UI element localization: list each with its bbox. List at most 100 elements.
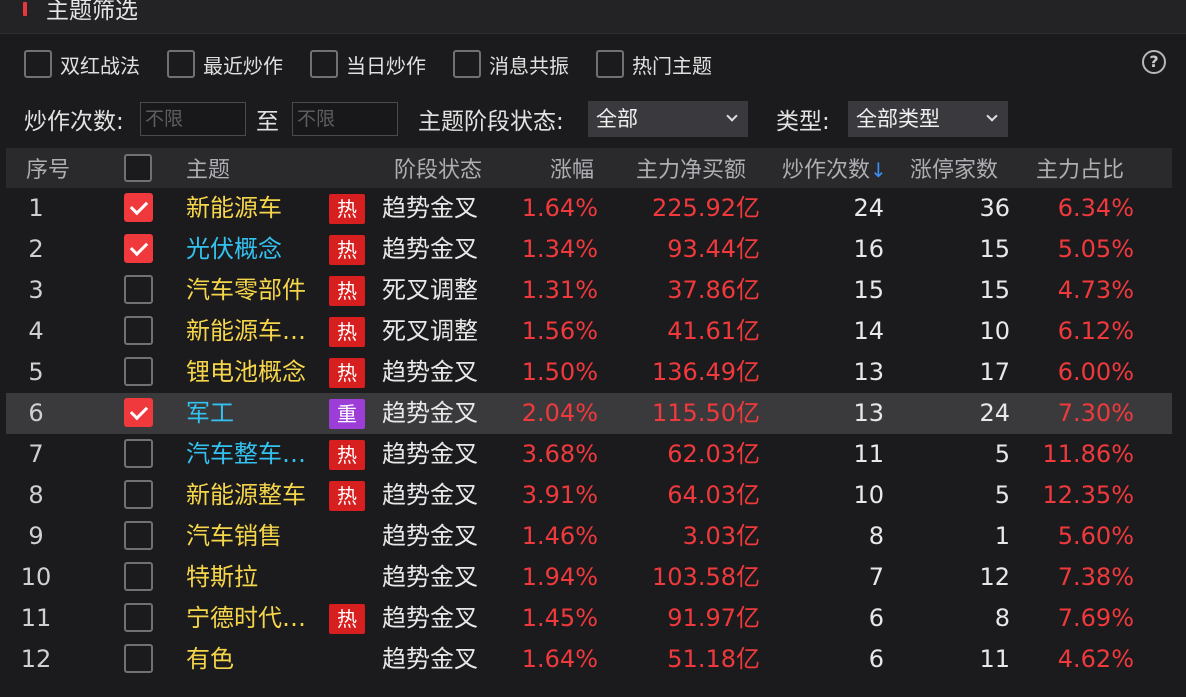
- type-select[interactable]: 全部类型: [848, 101, 1008, 137]
- table-row[interactable]: 2 光伏概念热趋势金叉 1.34% 93.44亿 16 15 5.05%: [6, 229, 1172, 270]
- filter-news-resonance[interactable]: 消息共振: [453, 48, 569, 80]
- table-row[interactable]: 11 宁德时代… 热趋势金叉 1.45% 91.97亿 6 8 7.69%: [6, 598, 1172, 639]
- table-row[interactable]: 4 新能源车… 热死叉调整 1.56% 41.61亿 14 10 6.12%: [6, 311, 1172, 352]
- table-row[interactable]: 10 特斯拉 趋势金叉 1.94% 103.58亿 7 12 7.38%: [6, 557, 1172, 598]
- hype-count: 6: [868, 645, 884, 673]
- main-force-ratio: 6.12%: [1057, 317, 1134, 345]
- net-buy-amount: 64.03亿: [667, 481, 760, 509]
- row-checkbox[interactable]: [124, 603, 153, 632]
- row-checkbox-cell[interactable]: [124, 439, 153, 478]
- hot-tag-badge: 热: [329, 317, 365, 347]
- hype-count-min-input[interactable]: [140, 102, 246, 136]
- filter-checkbox[interactable]: [310, 50, 338, 78]
- theme-name[interactable]: 汽车销售: [186, 518, 328, 554]
- filter-shuanghong[interactable]: 双红战法: [24, 48, 140, 80]
- filter-hot-theme[interactable]: 热门主题: [596, 48, 712, 80]
- row-index: 7: [28, 440, 44, 468]
- table-row[interactable]: 3 汽车零部件热死叉调整 1.31% 37.86亿 15 15 4.73%: [6, 270, 1172, 311]
- row-checkbox-cell[interactable]: [124, 316, 153, 355]
- row-checkbox-cell[interactable]: [124, 562, 153, 601]
- theme-name[interactable]: 汽车整车…: [186, 436, 328, 472]
- row-checkbox-cell[interactable]: [124, 275, 153, 314]
- theme-name[interactable]: 有色: [186, 641, 328, 677]
- header-limit-up[interactable]: 涨停家数: [910, 152, 998, 184]
- sort-desc-icon: ↓: [870, 158, 887, 182]
- row-checkbox[interactable]: [124, 234, 153, 263]
- row-checkbox-cell[interactable]: [124, 603, 153, 642]
- row-index: 4: [28, 317, 44, 345]
- row-index: 11: [20, 604, 52, 632]
- filter-recent-hype[interactable]: 最近炒作: [167, 48, 283, 80]
- theme-name[interactable]: 锂电池概念: [186, 354, 328, 390]
- chevron-down-icon: [726, 110, 738, 122]
- filter-today-hype[interactable]: 当日炒作: [310, 48, 426, 80]
- row-checkbox[interactable]: [124, 480, 153, 509]
- filter-checkbox[interactable]: [453, 50, 481, 78]
- header-change[interactable]: 涨幅: [550, 152, 594, 184]
- row-checkbox[interactable]: [124, 521, 153, 550]
- header-select-all[interactable]: [124, 154, 152, 188]
- row-index: 8: [28, 481, 44, 509]
- net-buy-amount: 115.50亿: [652, 399, 760, 427]
- theme-name[interactable]: 新能源整车: [186, 477, 328, 513]
- main-force-ratio: 6.34%: [1057, 194, 1134, 222]
- header-stage[interactable]: 阶段状态: [394, 152, 482, 184]
- filter-checkbox[interactable]: [24, 50, 52, 78]
- row-checkbox[interactable]: [124, 357, 153, 386]
- hype-count: 8: [868, 522, 884, 550]
- theme-name[interactable]: 光伏概念: [186, 231, 328, 267]
- stage-status-select[interactable]: 全部: [588, 101, 748, 137]
- theme-name[interactable]: 宁德时代…: [186, 600, 328, 636]
- limit-up-count: 11: [979, 645, 1010, 673]
- table-row[interactable]: 9 汽车销售 趋势金叉 1.46% 3.03亿 8 1 5.60%: [6, 516, 1172, 557]
- filter-checkbox[interactable]: [596, 50, 624, 78]
- row-checkbox[interactable]: [124, 644, 153, 673]
- table-row[interactable]: 1 新能源车热趋势金叉 1.64% 225.92亿 24 36 6.34%: [6, 188, 1172, 229]
- main-force-ratio: 4.62%: [1057, 645, 1134, 673]
- row-checkbox-cell[interactable]: [124, 398, 153, 437]
- change-percent: 1.34%: [521, 235, 598, 263]
- limit-up-count: 17: [979, 358, 1010, 386]
- row-checkbox-cell[interactable]: [124, 234, 153, 273]
- header-net-buy[interactable]: 主力净买额: [636, 152, 746, 184]
- row-checkbox-cell[interactable]: [124, 480, 153, 519]
- table-row[interactable]: 7 汽车整车… 热趋势金叉 3.68% 62.03亿 11 5 11.86%: [6, 434, 1172, 475]
- theme-name[interactable]: 军工: [186, 395, 328, 431]
- filter-checkbox[interactable]: [167, 50, 195, 78]
- hype-count: 16: [853, 235, 884, 263]
- theme-name[interactable]: 新能源车: [186, 190, 328, 226]
- table-row[interactable]: 8 新能源整车热趋势金叉 3.91% 64.03亿 10 5 12.35%: [6, 475, 1172, 516]
- row-index: 9: [28, 522, 44, 550]
- theme-name[interactable]: 汽车零部件: [186, 272, 328, 308]
- row-checkbox-cell[interactable]: [124, 521, 153, 560]
- row-checkbox-cell[interactable]: [124, 357, 153, 396]
- limit-up-count: 10: [979, 317, 1010, 345]
- header-ratio[interactable]: 主力占比: [1036, 152, 1124, 184]
- table-row[interactable]: 12 有色 趋势金叉 1.64% 51.18亿 6 11 4.62%: [6, 639, 1172, 680]
- limit-up-count: 15: [979, 276, 1010, 304]
- stage-status: 趋势金叉: [382, 481, 478, 509]
- select-all-checkbox[interactable]: [124, 154, 152, 182]
- theme-name[interactable]: 新能源车…: [186, 313, 328, 349]
- theme-name[interactable]: 特斯拉: [186, 559, 328, 595]
- change-percent: 1.46%: [521, 522, 598, 550]
- row-checkbox[interactable]: [124, 398, 153, 427]
- row-checkbox[interactable]: [124, 275, 153, 304]
- table-row[interactable]: 6 军工重趋势金叉 2.04% 115.50亿 13 24 7.30%: [6, 393, 1172, 434]
- hype-count-max-input[interactable]: [292, 102, 398, 136]
- header-theme[interactable]: 主题: [186, 152, 230, 184]
- row-checkbox-cell[interactable]: [124, 193, 153, 232]
- table-row[interactable]: 5 锂电池概念热趋势金叉 1.50% 136.49亿 13 17 6.00%: [6, 352, 1172, 393]
- row-checkbox[interactable]: [124, 193, 153, 222]
- net-buy-amount: 51.18亿: [667, 645, 760, 673]
- hot-tag-badge: 热: [329, 481, 365, 511]
- header-hype-count[interactable]: 炒作次数↓: [782, 152, 887, 184]
- header-index[interactable]: 序号: [26, 152, 70, 184]
- help-icon[interactable]: ?: [1142, 50, 1166, 74]
- row-checkbox-cell[interactable]: [124, 644, 153, 683]
- row-checkbox[interactable]: [124, 439, 153, 468]
- row-checkbox[interactable]: [124, 316, 153, 345]
- row-index: 3: [28, 276, 44, 304]
- row-checkbox[interactable]: [124, 562, 153, 591]
- change-percent: 1.50%: [521, 358, 598, 386]
